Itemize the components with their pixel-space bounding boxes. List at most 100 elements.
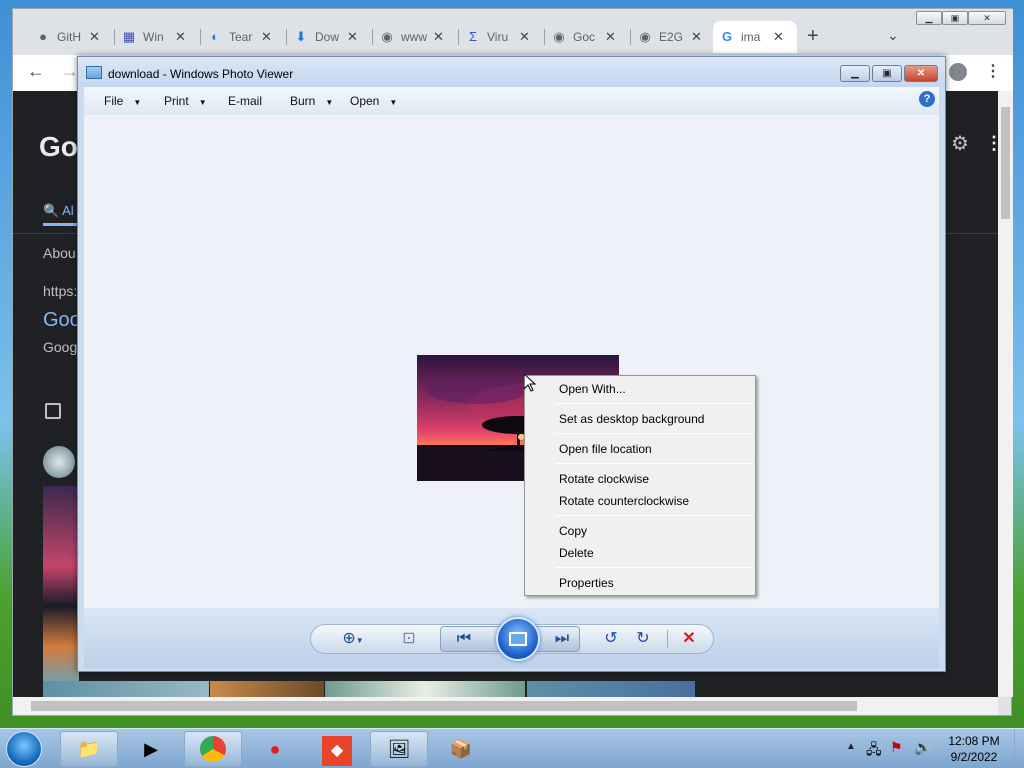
restore-button[interactable]: ▣ — [872, 65, 902, 82]
tray-overflow-icon[interactable]: ▲ — [846, 741, 856, 752]
previous-icon[interactable]: ⏮ — [452, 627, 476, 651]
github-icon: ● — [39, 29, 47, 44]
menu-email[interactable]: E-mail — [228, 94, 262, 108]
scroll-thumb[interactable] — [31, 701, 857, 711]
taskbar-chrome-icon[interactable] — [184, 731, 242, 767]
menu-item-rotate-clockwise[interactable]: Rotate clockwise — [559, 472, 649, 486]
tab-window[interactable]: ▦ Win ✕ — [115, 21, 199, 53]
tab-close-icon[interactable]: ✕ — [605, 29, 616, 45]
tab-close-icon[interactable]: ✕ — [773, 29, 784, 45]
menu-item-copy[interactable]: Copy — [559, 524, 587, 538]
tab-images-active[interactable]: Gima ✕ — [713, 21, 797, 53]
image-result-thumbnail[interactable] — [210, 681, 324, 697]
menu-burn[interactable]: Burn ▼ — [290, 94, 333, 108]
tab-label: E2G — [659, 30, 684, 44]
photo-viewer-titlebar[interactable]: download - Windows Photo Viewer ▁ ▣ ✕ — [78, 57, 945, 87]
tab-teams[interactable]: ◐ Tear ✕ — [201, 21, 285, 53]
about-results: Abou — [43, 245, 76, 261]
menu-item-delete[interactable]: Delete — [559, 546, 594, 560]
close-button[interactable]: ✕ — [904, 65, 938, 82]
taskbar-anydesk-icon[interactable]: ◆ — [308, 731, 366, 767]
menu-open[interactable]: Open ▼ — [350, 94, 397, 108]
show-desktop-button[interactable] — [1014, 729, 1024, 768]
zoom-icon[interactable]: ⊕▼ — [338, 627, 368, 653]
back-arrow-icon[interactable]: ← — [27, 61, 45, 82]
tab-search-dropdown-icon[interactable]: ⌄ — [887, 27, 899, 44]
tab-download[interactable]: ⬇ Dow ✕ — [287, 21, 371, 53]
tab-github[interactable]: ● GitH ✕ — [29, 21, 113, 53]
slideshow-button[interactable] — [496, 617, 540, 661]
menu-item-open-file-location[interactable]: Open file location — [559, 442, 652, 456]
image-result-thumbnail[interactable] — [527, 681, 695, 697]
dropdown-arrow-icon: ▼ — [133, 98, 142, 107]
image-canvas — [84, 115, 939, 608]
taskbar-clock[interactable]: 12:08 PM 9/2/2022 — [946, 734, 1002, 764]
tray-network-icon[interactable]: 🖧 — [866, 739, 882, 763]
tray-flag-icon[interactable]: ⚑ — [890, 739, 903, 756]
taskbar-media-player-icon[interactable]: ▶ — [122, 731, 180, 767]
taskbar-photo-viewer-icon[interactable]: 🖼 — [370, 731, 428, 767]
rotate-counterclockwise-icon[interactable]: ↺ — [600, 627, 622, 651]
close-icon[interactable]: ✕ — [968, 11, 1006, 25]
help-icon[interactable]: ? — [919, 91, 935, 107]
menu-item-open-with[interactable]: Open With... — [559, 382, 626, 396]
minimize-icon[interactable]: ▁ — [916, 11, 942, 25]
photo-viewer-controls: ⊕▼ ⊡ ⏮ ⏭ ↺ ↻ ✕ — [84, 608, 939, 668]
virustotal-icon: Σ — [468, 29, 478, 44]
image-result-thumbnail[interactable] — [43, 681, 209, 697]
tab-close-icon[interactable]: ✕ — [691, 29, 702, 45]
scroll-thumb[interactable] — [1001, 107, 1010, 219]
menu-item-properties[interactable]: Properties — [559, 576, 614, 590]
tab-e2g[interactable]: ◉ E2G ✕ — [631, 21, 715, 53]
new-tab-button[interactable]: + — [807, 25, 819, 48]
menu-kebab-icon[interactable]: ⋮ — [985, 61, 1001, 81]
tab-www[interactable]: ◉ www ✕ — [373, 21, 457, 53]
dropdown-arrow-icon: ▼ — [198, 98, 207, 107]
taskbar-package-icon[interactable]: 📦 — [432, 731, 490, 767]
menu-item-set-desktop-background[interactable]: Set as desktop background — [559, 412, 704, 426]
settings-gear-icon[interactable]: ⚙ — [951, 131, 969, 156]
dropdown-arrow-icon: ▼ — [389, 98, 398, 107]
taskbar-explorer-icon[interactable]: 📁 — [60, 731, 118, 767]
tab-label: Tear — [229, 30, 253, 44]
image-result-thumbnail[interactable] — [325, 681, 525, 697]
tab-close-icon[interactable]: ✕ — [175, 29, 186, 45]
tab-virustotal[interactable]: Σ Viru ✕ — [459, 21, 543, 53]
tab-close-icon[interactable]: ✕ — [519, 29, 530, 45]
photo-viewer-window: download - Windows Photo Viewer ▁ ▣ ✕ Fi… — [77, 56, 946, 672]
menu-file[interactable]: File ▼ — [104, 94, 141, 108]
taskbar: 📁 ▶ ● ◆ 🖼 📦 ▲ 🖧 ⚑ 🔊 12:08 PM 9/2/2022 — [0, 728, 1024, 768]
thumbnail-avatar[interactable] — [43, 446, 75, 478]
tab-close-icon[interactable]: ✕ — [261, 29, 272, 45]
minimize-button[interactable]: ▁ — [840, 65, 870, 82]
profile-avatar-icon[interactable] — [949, 63, 967, 81]
globe-icon: ◉ — [639, 29, 651, 44]
result-title-link[interactable]: Goo — [43, 309, 81, 332]
taskbar-app-icon[interactable]: ● — [246, 731, 304, 767]
tab-goc[interactable]: ◉ Goc ✕ — [545, 21, 629, 53]
globe-icon: ◉ — [553, 29, 565, 44]
tab-label: Win — [143, 30, 164, 44]
result-url[interactable]: https: — [43, 283, 77, 299]
clock-date: 9/2/2022 — [950, 750, 998, 764]
tab-close-icon[interactable]: ✕ — [89, 29, 100, 45]
window-title: download - Windows Photo Viewer — [108, 67, 294, 81]
start-button-windows-icon[interactable] — [6, 731, 42, 767]
rotate-clockwise-icon[interactable]: ↻ — [632, 627, 654, 651]
image-result-thumbnail[interactable] — [43, 486, 79, 686]
image-icon — [45, 403, 61, 419]
menu-item-rotate-counterclockwise[interactable]: Rotate counterclockwise — [559, 494, 689, 508]
tab-all[interactable]: 🔍 Al — [43, 203, 74, 219]
tab-close-icon[interactable]: ✕ — [347, 29, 358, 45]
maximize-icon[interactable]: ▣ — [942, 11, 968, 25]
dropdown-arrow-icon: ▼ — [325, 98, 334, 107]
menu-print[interactable]: Print ▼ — [164, 94, 207, 108]
google-logo: Go — [39, 131, 78, 162]
tray-volume-icon[interactable]: 🔊 — [914, 739, 931, 756]
next-icon[interactable]: ⏭ — [550, 627, 574, 651]
tab-close-icon[interactable]: ✕ — [433, 29, 444, 45]
actual-size-icon[interactable]: ⊡ — [398, 627, 420, 651]
vertical-scrollbar[interactable] — [998, 91, 1013, 697]
horizontal-scrollbar[interactable] — [13, 697, 998, 715]
delete-icon[interactable]: ✕ — [678, 627, 700, 651]
